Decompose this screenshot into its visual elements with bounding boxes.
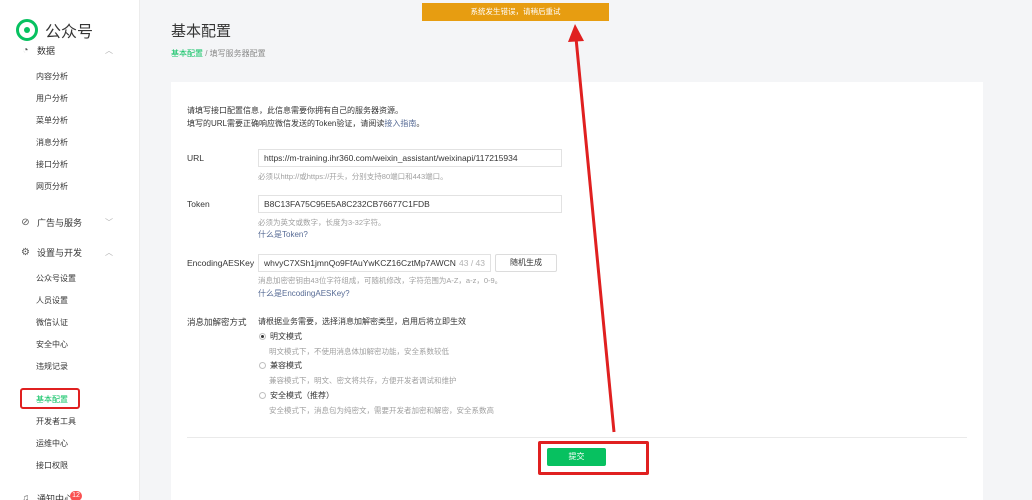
url-label: URL (187, 153, 205, 163)
sidebar-item-violations[interactable]: 违规记录 (36, 361, 68, 372)
breadcrumb-rest: / 填写服务器配置 (205, 49, 266, 58)
sidebar-item-web-analysis[interactable]: 网页分析 (36, 181, 68, 192)
sidebar: 公众号 ◔ 数据 ︿ 内容分析 用户分析 菜单分析 消息分析 接口分析 网页分析… (0, 0, 140, 500)
sidebar-item-verification[interactable]: 微信认证 (36, 317, 68, 328)
mode-compatible-option[interactable]: 兼容模式 (259, 360, 302, 371)
mode-plaintext-option[interactable]: 明文模式 (259, 331, 302, 342)
encryption-mode-intro: 请根据业务需要，选择消息加解密类型，启用后将立即生效 (258, 317, 466, 326)
mode-secure-option[interactable]: 安全模式（推荐） (259, 390, 334, 401)
chevron-down-icon: ﹀ (105, 218, 113, 227)
form-divider (187, 437, 967, 438)
config-card: 请填写接口配置信息，此信息需要你拥有自己的服务器资源。 填写的URL需要正确响应… (171, 82, 983, 500)
radio-unchecked-icon (259, 392, 266, 399)
breadcrumb-current[interactable]: 基本配置 (171, 49, 203, 58)
sidebar-item-staff-settings[interactable]: 人员设置 (36, 295, 68, 306)
chevron-up-icon: ︿ (105, 248, 113, 257)
data-icon: ◔ (22, 45, 29, 56)
random-generate-button[interactable]: 随机生成 (495, 254, 557, 272)
logo-text: 公众号 (45, 24, 94, 41)
intro-text: 请填写接口配置信息，此信息需要你拥有自己的服务器资源。 填写的URL需要正确响应… (187, 106, 425, 128)
error-toast: 系统发生错误，请稍后重试 (422, 3, 609, 21)
mode-plaintext-desc: 明文模式下，不使用消息体加解密功能，安全系数较低 (269, 347, 449, 356)
sidebar-item-menu-analysis[interactable]: 菜单分析 (36, 115, 68, 126)
mode-secure-desc: 安全模式下，消息包为纯密文，需要开发者加密和解密，安全系数高 (269, 406, 494, 415)
sidebar-section-settings[interactable]: ⚙ 设置与开发 ︿ (20, 246, 113, 259)
mode-compatible-desc: 兼容模式下，明文、密文将共存，方便开发者调试和维护 (269, 376, 457, 385)
compass-icon: ⊘ (21, 217, 30, 228)
bell-icon: ♫ (21, 493, 30, 500)
sidebar-item-message-analysis[interactable]: 消息分析 (36, 137, 68, 148)
url-hint: 必须以http://或https://开头，分别支持80端口和443端口。 (258, 172, 448, 181)
sidebar-section-ads[interactable]: ⊘ 广告与服务 ﹀ (20, 216, 113, 229)
sidebar-item-api-analysis[interactable]: 接口分析 (36, 159, 68, 170)
token-hint: 必须为英文或数字，长度为3-32字符。 (258, 218, 386, 227)
breadcrumb: 基本配置 / 填写服务器配置 (171, 48, 266, 59)
annotation-highlight-box (20, 388, 80, 409)
sidebar-item-account-settings[interactable]: 公众号设置 (36, 273, 76, 284)
wechat-logo-icon (16, 19, 38, 41)
gear-icon: ⚙ (21, 247, 30, 258)
notification-badge: 12 (70, 491, 82, 500)
aes-key-hint: 消息加密密钥由43位字符组成，可随机修改，字符范围为A-Z，a-z，0-9。 (258, 276, 503, 285)
sidebar-item-ops-center[interactable]: 运维中心 (36, 438, 68, 449)
sidebar-item-api-permissions[interactable]: 接口权限 (36, 460, 68, 471)
radio-unchecked-icon (259, 362, 266, 369)
page-title: 基本配置 (171, 23, 232, 40)
sidebar-item-content-analysis[interactable]: 内容分析 (36, 71, 68, 82)
token-label: Token (187, 199, 210, 209)
sidebar-section-data[interactable]: ◔ 数据 ︿ (20, 44, 113, 57)
annotation-submit-box (538, 441, 649, 475)
what-is-aes-key-link[interactable]: 什么是EncodingAESKey? (258, 288, 350, 299)
chevron-up-icon: ︿ (105, 46, 113, 55)
annotation-arrow-head (568, 24, 584, 42)
sidebar-item-security-center[interactable]: 安全中心 (36, 339, 68, 350)
url-field[interactable]: https://m-training.ihr360.com/weixin_ass… (258, 149, 562, 167)
aes-key-counter: 43 / 43 (456, 255, 485, 271)
what-is-token-link[interactable]: 什么是Token? (258, 229, 308, 240)
logo[interactable]: 公众号 (16, 18, 93, 42)
sidebar-section-notifications[interactable]: ♫ 通知中心 (20, 492, 73, 500)
encryption-mode-label: 消息加解密方式 (187, 317, 247, 327)
token-field[interactable]: B8C13FA75C95E5A8C232CB76677C1FDB (258, 195, 562, 213)
sidebar-item-dev-tools[interactable]: 开发者工具 (36, 416, 76, 427)
aes-key-label: EncodingAESKey (187, 258, 255, 268)
aes-key-field[interactable]: whvyC7XSh1jmnQo9FfAuYwKCZ16CztMp7AWCNobl… (258, 254, 491, 272)
radio-checked-icon (259, 333, 266, 340)
sidebar-item-user-analysis[interactable]: 用户分析 (36, 93, 68, 104)
access-guide-link[interactable]: 接入指南 (384, 119, 416, 128)
